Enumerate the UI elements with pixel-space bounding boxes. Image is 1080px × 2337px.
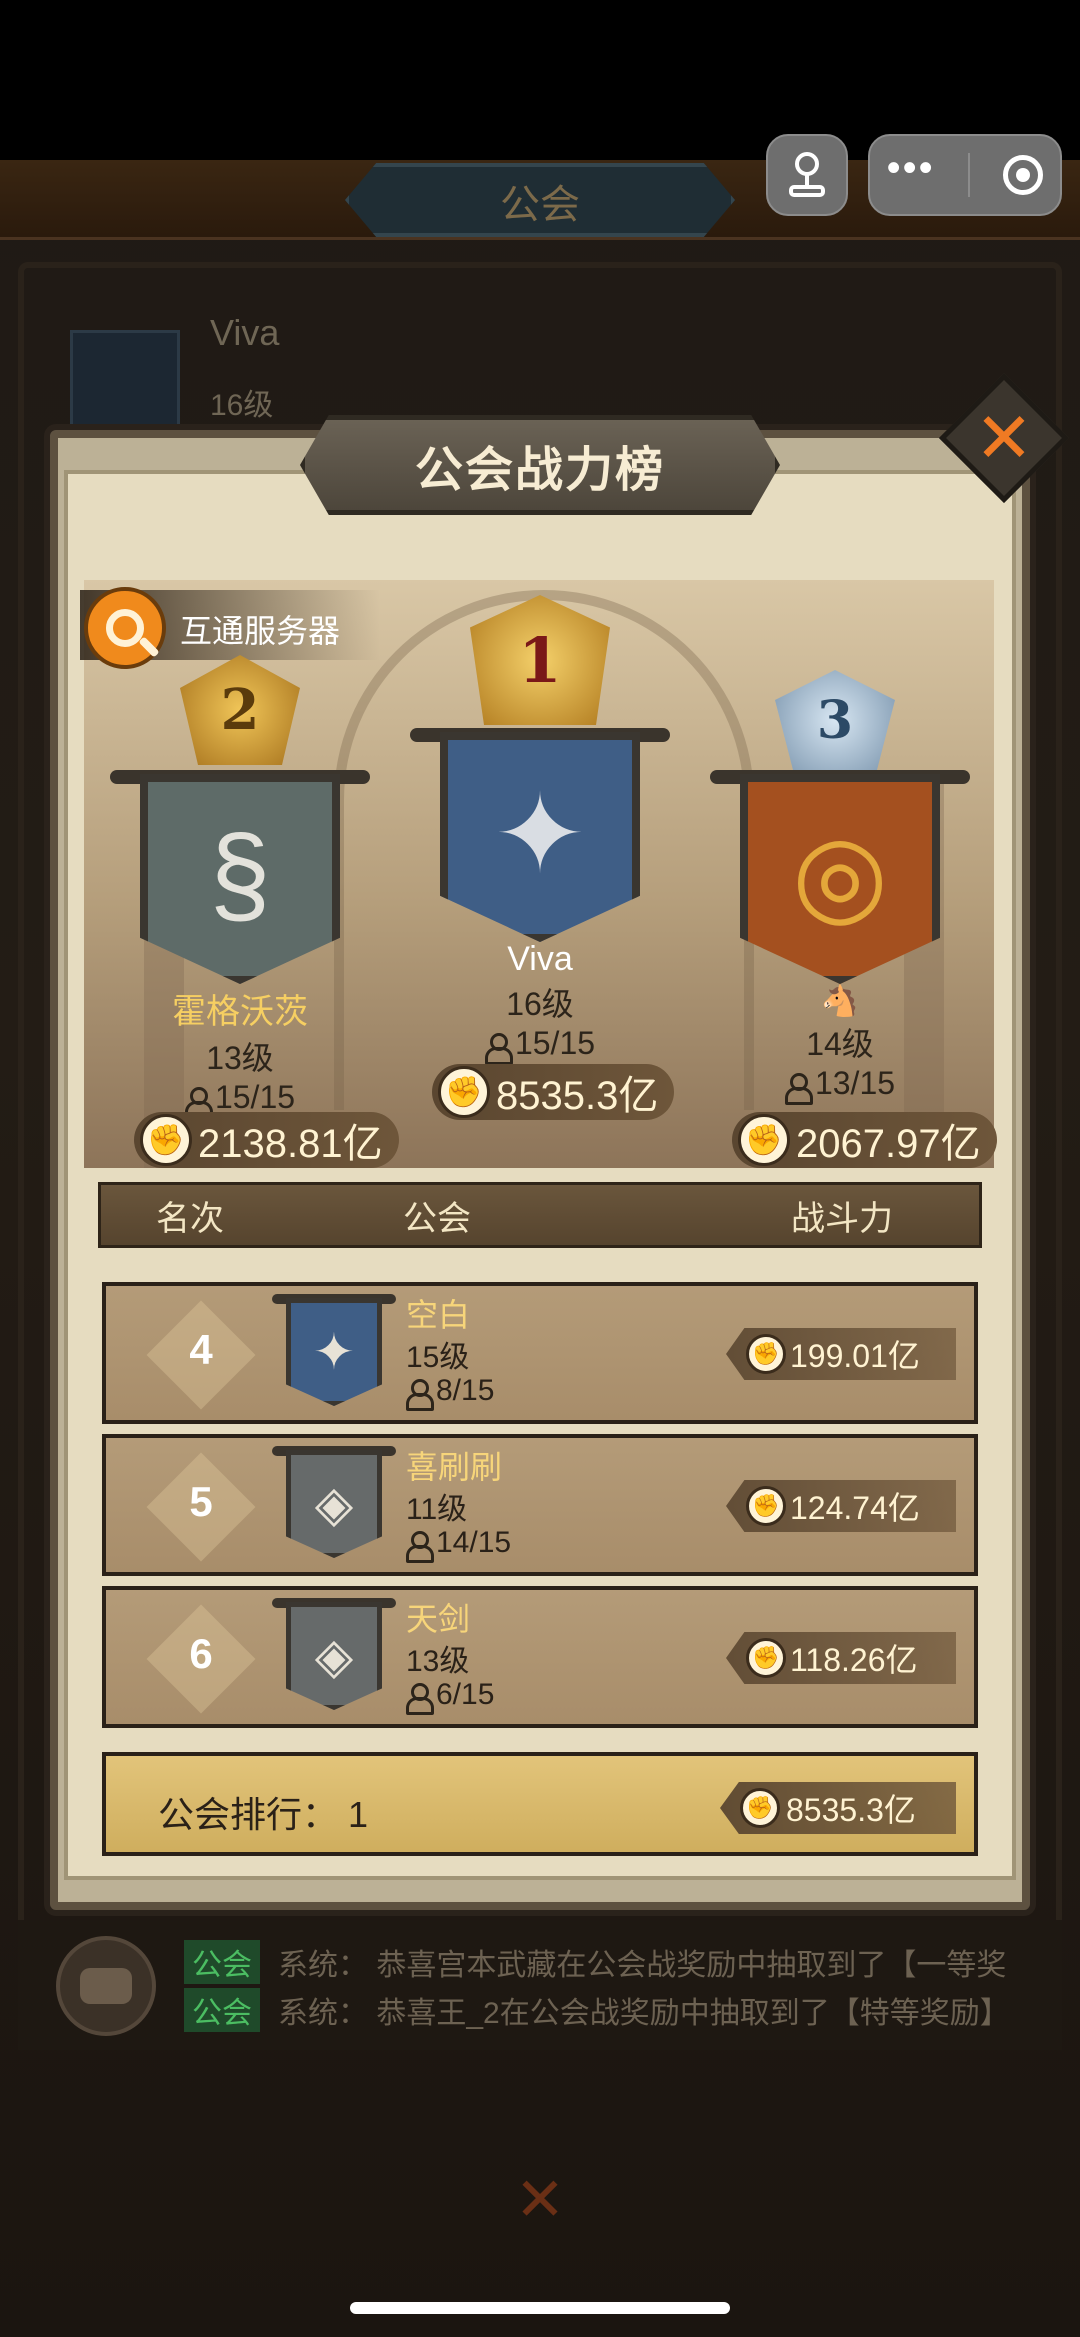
chat-button[interactable] — [56, 1936, 156, 2036]
member-icon — [406, 1531, 434, 1564]
more-dots-icon[interactable]: ••• — [887, 148, 935, 188]
row-rank: 5 — [189, 1478, 213, 1525]
joystick-icon — [789, 152, 825, 197]
fist-icon: ✊ — [746, 1334, 786, 1374]
row-guild-members: 14/15 — [406, 1526, 512, 1564]
podium-3-level: 14级 — [806, 1026, 874, 1062]
guild-level: 16级 — [210, 389, 274, 422]
podium-3-member-count: 13/15 — [814, 1065, 896, 1101]
podium-3-power-value: 2067.97亿 — [796, 1122, 981, 1166]
chat-channel-tag: 公会 — [184, 1988, 260, 2032]
chat-message-text: 系统： 恭喜王_2在公会战奖励中抽取到了【特等奖励】 — [278, 1997, 1010, 2030]
member-icon — [406, 1683, 434, 1716]
fist-icon: ✊ — [140, 1114, 192, 1166]
podium-1-members: 15/15 — [410, 1025, 670, 1065]
row-guild-level: 11级 — [406, 1493, 468, 1526]
row-guild-members: 6/15 — [406, 1678, 495, 1716]
ranking-table-header: 名次 公会 战斗力 — [98, 1182, 982, 1248]
podium-2-power: ✊ 2138.81亿 — [134, 1112, 399, 1168]
podium-2-info: 霍格沃茨 13级 15/15 — [110, 984, 370, 1119]
screen-title: 公会 — [500, 183, 580, 227]
fist-icon: ✊ — [740, 1788, 780, 1828]
member-icon — [184, 1086, 213, 1119]
podium-3-members: 13/15 — [710, 1065, 970, 1105]
podium-1-power: ✊ 8535.3亿 — [432, 1064, 675, 1120]
row-member-count: 14/15 — [436, 1526, 512, 1559]
star-emblem-icon: ✦ — [493, 773, 587, 896]
sun-emblem-icon: ◎ — [792, 813, 888, 936]
row-rank: 6 — [189, 1630, 213, 1677]
fist-icon: ✊ — [438, 1066, 490, 1118]
guild-name: Viva — [210, 312, 280, 353]
target-icon[interactable] — [1003, 155, 1044, 195]
header-rank: 名次 — [156, 1199, 224, 1238]
chat-message-text: 系统： 恭喜宫本武藏在公会战奖励中抽取到了【一等奖 — [278, 1949, 1007, 1982]
chat-channel-tag: 公会 — [184, 1940, 260, 1984]
member-icon — [784, 1072, 813, 1105]
capsule-divider — [968, 153, 970, 197]
fist-icon: ✊ — [738, 1114, 790, 1166]
chat-message: 公会 系统： 恭喜宫本武藏在公会战奖励中抽取到了【一等奖 — [184, 1940, 1006, 1984]
my-guild-rank: 公会排行： 1 — [158, 1794, 369, 1835]
podium-1-name: Viva — [507, 940, 573, 978]
podium-1-member-count: 15/15 — [514, 1025, 596, 1061]
search-icon[interactable] — [84, 587, 166, 669]
header-power: 战斗力 — [791, 1199, 893, 1238]
row-member-count: 6/15 — [436, 1678, 495, 1711]
podium-3-power: ✊ 2067.97亿 — [732, 1112, 997, 1168]
row-guild-members: 8/15 — [406, 1374, 495, 1412]
header-guild: 公会 — [403, 1199, 471, 1238]
row-guild-level: 13级 — [406, 1645, 470, 1678]
podium-1-info: Viva 16级 15/15 — [410, 940, 670, 1065]
podium-1-power-value: 8535.3亿 — [496, 1074, 659, 1118]
chat-message: 公会 系统： 恭喜王_2在公会战奖励中抽取到了【特等奖励】 — [184, 1988, 1010, 2032]
joystick-button[interactable] — [766, 134, 848, 216]
podium-2-level: 13级 — [206, 1040, 274, 1076]
fist-icon: ✊ — [746, 1486, 786, 1526]
diamond-emblem-icon: ◈ — [286, 1450, 382, 1558]
podium-2-member-count: 15/15 — [214, 1079, 296, 1115]
row-member-count: 8/15 — [436, 1374, 495, 1407]
podium-2-power-value: 2138.81亿 — [198, 1122, 383, 1166]
close-x-icon[interactable]: ✕ — [958, 392, 1050, 484]
list-item[interactable]: 4 ✦ 空白 15级 8/15 199.01亿 ✊ — [102, 1282, 978, 1424]
chat-bubble-icon — [80, 1968, 132, 2004]
diamond-emblem-icon: ◈ — [286, 1602, 382, 1710]
home-indicator[interactable] — [350, 2302, 730, 2314]
row-guild-name: 喜刷刷 — [406, 1449, 503, 1485]
member-icon — [406, 1379, 434, 1412]
row-rank: 4 — [189, 1326, 213, 1373]
star-emblem-icon: ✦ — [286, 1298, 382, 1406]
fist-icon: ✊ — [746, 1638, 786, 1678]
podium-2-name: 霍格沃茨 — [172, 993, 308, 1031]
bottom-close-icon[interactable]: ✕ — [500, 2160, 580, 2240]
podium-3-info: 🐴 14级 13/15 — [710, 984, 970, 1105]
podium-1-level: 16级 — [506, 986, 574, 1022]
cross-server-label[interactable]: 互通服务器 — [180, 606, 340, 652]
my-guild-rank-row: 公会排行： 1 8535.3亿 ✊ — [102, 1752, 978, 1856]
row-guild-level: 15级 — [406, 1341, 470, 1374]
spiral-emblem-icon: § — [209, 813, 271, 936]
guild-emblem-icon — [70, 330, 180, 440]
row-guild-name: 空白 — [406, 1297, 471, 1333]
member-icon — [484, 1032, 513, 1065]
modal-title: 公会战力榜 — [414, 444, 665, 497]
modal-title-plate: 公会战力榜 — [300, 415, 780, 515]
list-item[interactable]: 6 ◈ 天剑 13级 6/15 118.26亿 ✊ — [102, 1586, 978, 1728]
list-item[interactable]: 5 ◈ 喜刷刷 11级 14/15 124.74亿 ✊ — [102, 1434, 978, 1576]
podium-3-name: 🐴 — [821, 985, 859, 1018]
row-guild-name: 天剑 — [406, 1601, 471, 1637]
mini-program-capsule: ••• — [868, 134, 1062, 216]
